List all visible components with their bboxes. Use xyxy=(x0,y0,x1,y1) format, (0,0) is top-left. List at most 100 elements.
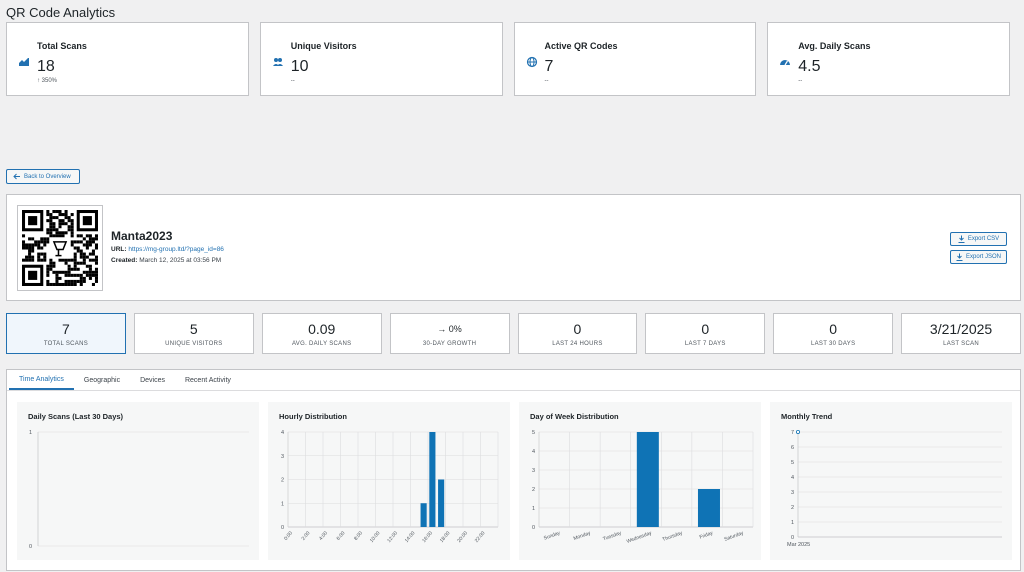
y-tick-label: 1 xyxy=(532,506,535,512)
y-tick-label: 3 xyxy=(532,468,535,474)
export-json-button[interactable]: Export JSON xyxy=(950,250,1007,264)
bar-wednesday xyxy=(636,432,659,527)
chart-day-of-week: Day of Week Distribution 0 1 2 3 4 5 Sunday Mon… xyxy=(519,402,761,560)
stat-value: 5 xyxy=(189,321,198,337)
export-csv-button[interactable]: Export CSV xyxy=(950,232,1007,246)
x-tick-label: 16:00 xyxy=(421,530,434,544)
stat-last-scan: 3/21/2025 LAST SCAN xyxy=(901,313,1021,354)
card-label: Unique Visitors xyxy=(290,41,357,51)
card-change: -- xyxy=(290,78,295,84)
dashboard-icon xyxy=(780,60,791,66)
point-0 xyxy=(795,429,800,434)
back-button-label: Back to Overview xyxy=(24,173,71,180)
x-tick-label: Sunday xyxy=(543,530,561,542)
tab-geographic[interactable]: Geographic xyxy=(74,370,130,390)
card-value: 18 xyxy=(37,58,55,75)
users-icon xyxy=(272,58,283,66)
stat-30-day-growth: → 0% 30-DAY GROWTH xyxy=(389,313,510,354)
tab-time-analytics[interactable]: Time Analytics xyxy=(9,370,74,390)
x-tick-label: 12:00 xyxy=(386,530,399,544)
chart-hourly-distribution: Hourly Distribution 0 1 2 3 4 0:00 2:00 4:00 6:0… xyxy=(268,402,510,560)
analytics-tabs-panel: Time Analytics Geographic Devices Recent… xyxy=(6,369,1021,571)
y-tick-label: 5 xyxy=(532,430,535,436)
qr-details-panel: Manta2023 URL: https://mg-group.ltd/?pag… xyxy=(6,194,1021,301)
bar-hour-16 xyxy=(429,432,436,527)
y-tick-label: 5 xyxy=(791,460,794,466)
stat-value: 7 xyxy=(62,321,70,337)
download-icon xyxy=(958,235,965,243)
stat-total-scans: 7 TOTAL SCANS xyxy=(6,313,126,354)
qr-code-icon xyxy=(22,210,98,286)
x-tick-label: 8:00 xyxy=(353,530,364,541)
x-tick-label: 10:00 xyxy=(369,530,382,544)
stat-value: 0.09 xyxy=(308,321,336,337)
y-tick-label: 1 xyxy=(281,501,284,507)
stat-label: TOTAL SCANS xyxy=(43,341,89,347)
chart-area-icon xyxy=(19,58,29,66)
chart-daily-scans-svg: 01 xyxy=(29,430,249,550)
y-tick-label: 3 xyxy=(791,490,794,496)
x-tick-label: Monday xyxy=(573,530,592,542)
globe-icon xyxy=(526,56,537,68)
stat-last-24-hours: 0 LAST 24 HOURS xyxy=(517,313,638,354)
qr-url-link[interactable]: https://mg-group.ltd/?page_id=86 xyxy=(128,246,224,253)
arrow-left-icon xyxy=(13,173,20,180)
y-tick-label: 0 xyxy=(791,535,794,541)
y-tick-label: 1 xyxy=(29,430,32,436)
chart-daily-scans: Daily Scans (Last 30 Days) 01 xyxy=(17,402,259,560)
bar-hour-15 xyxy=(420,503,427,527)
tab-devices[interactable]: Devices xyxy=(130,370,175,390)
card-value: 7 xyxy=(544,58,554,75)
y-tick-label: 0 xyxy=(532,525,535,531)
x-tick-label: Saturday xyxy=(724,530,745,543)
x-tick-label: 2:00 xyxy=(301,530,312,541)
summary-card-avg-daily-scans: Avg. Daily Scans 4.5 -- xyxy=(767,22,1010,96)
stat-label: 30-DAY GROWTH xyxy=(422,341,477,347)
chart-monthly-trend: Monthly Trend 0 1 2 3 4 5 6 7 Mar 2025 xyxy=(770,402,1012,560)
stat-avg-daily-scans: 0.09 AVG. DAILY SCANS xyxy=(261,313,382,354)
chart-hourly-svg: 0 1 2 3 4 0:00 2:00 4:00 6:00 8:00 10:00 12:00 14:00… xyxy=(281,430,499,544)
y-tick-label: 0 xyxy=(281,525,284,531)
download-icon xyxy=(956,253,963,261)
x-tick-label: Wednesday xyxy=(626,530,653,545)
y-tick-label: 2 xyxy=(532,487,535,493)
card-change: -- xyxy=(798,78,803,84)
card-change: -- xyxy=(544,78,549,84)
tab-recent-activity[interactable]: Recent Activity xyxy=(175,370,241,390)
qr-code-image xyxy=(17,205,103,291)
tab-bar: Time Analytics Geographic Devices Recent… xyxy=(7,370,1020,391)
export-csv-label: Export CSV xyxy=(967,236,1000,242)
summary-card-total-scans: Total Scans 18 ↑ 350% xyxy=(6,22,249,96)
x-tick-label: 0:00 xyxy=(283,530,294,541)
stat-value: 3/21/2025 xyxy=(929,321,993,337)
x-tick-label: 4:00 xyxy=(318,530,329,541)
summary-card-unique-visitors: Unique Visitors 10 -- xyxy=(259,22,503,96)
y-tick-label: 4 xyxy=(532,449,535,455)
qr-url-line: URL: https://mg-group.ltd/?page_id=86 xyxy=(111,246,224,253)
page-title: QR Code Analytics xyxy=(6,5,116,20)
stat-label: AVG. DAILY SCANS xyxy=(291,341,352,347)
back-to-overview-button[interactable]: Back to Overview xyxy=(6,169,80,184)
summary-cards: Total Scans 18 ↑ 350% Unique Visitors 10… xyxy=(6,22,1010,96)
card-label: Active QR Codes xyxy=(544,41,618,51)
y-tick-label: 7 xyxy=(791,430,794,436)
y-tick-label: 2 xyxy=(281,478,284,484)
stat-value: 0 xyxy=(573,321,582,337)
card-label: Total Scans xyxy=(37,41,87,51)
chart-day-of-week-svg: 0 1 2 3 4 5 Sunday Monday Tuesday Wednesday Thursd… xyxy=(532,430,754,545)
bar-hour-17 xyxy=(438,479,445,527)
export-json-label: Export JSON xyxy=(965,254,1001,260)
stat-last-30-days: 0 LAST 30 DAYS xyxy=(773,313,894,354)
card-label: Avg. Daily Scans xyxy=(798,41,871,51)
card-change: ↑ 350% xyxy=(37,78,58,84)
x-tick-label: 6:00 xyxy=(336,530,347,541)
x-tick-label: Mar 2025 xyxy=(787,542,810,548)
x-tick-label: 22:00 xyxy=(474,530,487,544)
stat-label: LAST 24 HOURS xyxy=(552,341,603,347)
stat-last-7-days: 0 LAST 7 DAYS xyxy=(645,313,766,354)
stat-label: LAST SCAN xyxy=(943,341,980,347)
qr-created-label: Created: xyxy=(111,257,138,264)
qr-stats-row: 7 TOTAL SCANS 5 UNIQUE VISITORS 0.09 AVG. D… xyxy=(6,313,1021,354)
stat-value: → 0% xyxy=(437,324,462,334)
x-tick-label: 14:00 xyxy=(404,530,417,544)
